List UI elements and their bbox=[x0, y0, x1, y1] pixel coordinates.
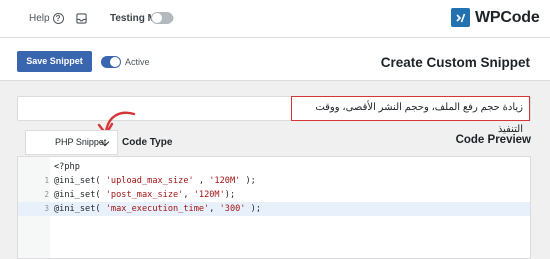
php-open-tag: <?php bbox=[54, 162, 80, 172]
active-label: Active bbox=[125, 57, 150, 67]
snippet-title-value: زيادة حجم رفع الملف، وحجم النشر الأقصى، … bbox=[291, 96, 530, 135]
help-label: Help bbox=[29, 13, 50, 24]
code-sep: , bbox=[209, 204, 220, 214]
page-title: Create Custom Snippet bbox=[380, 55, 530, 70]
code-end: ); bbox=[224, 190, 236, 200]
code-arg: 'post_max_size' bbox=[105, 190, 184, 200]
code-arg: 'max_execution_time' bbox=[105, 204, 210, 214]
code-preview-label: Code Preview bbox=[455, 134, 531, 146]
code-text: @ini_set( 'upload_max_size' , '120M' ); bbox=[54, 174, 256, 188]
logo-text: WPCode bbox=[475, 8, 540, 26]
code-type-select[interactable]: PHP Snippet bbox=[25, 130, 118, 155]
line-number: 1 bbox=[44, 176, 49, 185]
code-text: @ini_set( 'max_execution_time', '300' ); bbox=[54, 202, 261, 216]
wpcode-logo-icon bbox=[451, 8, 470, 27]
inbox-icon[interactable] bbox=[76, 13, 87, 24]
toggle-knob bbox=[152, 13, 162, 23]
code-type-selected: PHP Snippet bbox=[55, 137, 107, 147]
code-end: ); bbox=[240, 176, 256, 186]
testing-mode-toggle[interactable] bbox=[151, 12, 173, 24]
code-fn: @ini_set( bbox=[54, 190, 106, 200]
toggle-knob bbox=[110, 57, 120, 67]
code-line: 1 @ini_set( 'upload_max_size' , '120M' )… bbox=[18, 174, 530, 188]
code-fn: @ini_set( bbox=[54, 204, 106, 214]
code-sep: , bbox=[183, 190, 194, 200]
active-toggle[interactable] bbox=[101, 56, 121, 68]
code-end: ); bbox=[245, 204, 261, 214]
code-text: @ini_set( 'post_max_size', '120M'); bbox=[54, 188, 235, 202]
code-fn: @ini_set( bbox=[54, 176, 106, 186]
code-editor[interactable]: <?php 1 @ini_set( 'upload_max_size' , '1… bbox=[17, 156, 531, 259]
question-circle-icon: ? bbox=[52, 13, 64, 24]
top-bar: Help ? Testing Mode WPCode bbox=[0, 0, 550, 38]
save-snippet-button[interactable]: Save Snippet bbox=[17, 51, 92, 72]
code-line: 2 @ini_set( 'post_max_size', '120M'); bbox=[18, 188, 530, 202]
code-arg: '300' bbox=[219, 204, 246, 214]
wpcode-logo: WPCode bbox=[451, 8, 540, 27]
code-line-header: <?php bbox=[18, 160, 530, 174]
code-arg: 'upload_max_size' bbox=[105, 176, 194, 186]
code-line-active: 3 @ini_set( 'max_execution_time', '300' … bbox=[18, 202, 530, 216]
line-number: 3 bbox=[18, 202, 49, 216]
snippet-title-input[interactable]: زيادة حجم رفع الملف، وحجم النشر الأقصى، … bbox=[17, 96, 531, 135]
action-bar: Save Snippet Active Create Custom Snippe… bbox=[0, 38, 550, 81]
code-arg: '120M' bbox=[209, 176, 241, 186]
code-sep: , bbox=[193, 176, 210, 186]
code-arg: '120M' bbox=[193, 190, 225, 200]
help-link[interactable]: Help ? bbox=[29, 13, 64, 24]
code-type-label: Code Type bbox=[122, 137, 173, 148]
line-number: 2 bbox=[44, 190, 49, 199]
